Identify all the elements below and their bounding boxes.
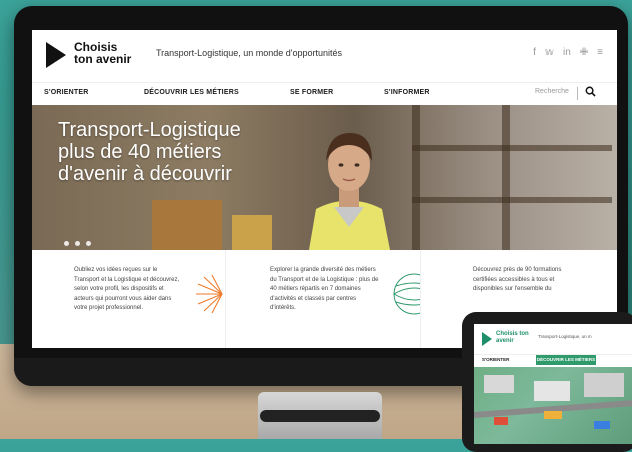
tablet-nav-sorienter[interactable]: S'ORIENTER — [482, 357, 509, 362]
main-nav: S'ORIENTER DÉCOUVRIR LES MÉTIERS SE FORM… — [32, 82, 617, 106]
tablet-logo: Choisis ton avenir — [496, 331, 529, 344]
search-divider — [577, 87, 578, 100]
compass-rays-icon — [196, 274, 223, 314]
search-input[interactable]: Recherche — [535, 88, 569, 95]
site-logo[interactable]: Choisis ton avenir — [74, 41, 134, 65]
carousel-dot[interactable] — [86, 241, 91, 246]
carousel-dot[interactable] — [75, 241, 80, 246]
nav-sorienter[interactable]: S'ORIENTER — [44, 89, 89, 96]
card-decouvrir[interactable]: Explorer la grande diversité des métiers… — [226, 250, 421, 348]
facebook-icon[interactable]: f — [533, 47, 536, 58]
worker-photo — [309, 133, 390, 250]
warehouse-shelf — [502, 105, 510, 250]
card-text: Découvrez près de 90 formations certifié… — [473, 267, 562, 292]
site-tagline: Transport-Logistique, un monde d'opportu… — [156, 48, 342, 58]
nav-se-former[interactable]: SE FORMER — [290, 89, 333, 96]
cargo-crate — [152, 200, 222, 250]
tablet-tagline: Transport-Logistique, un m — [538, 334, 592, 339]
carousel-dots — [64, 241, 91, 246]
tablet-nav-decouvrir[interactable]: DÉCOUVRIR LES MÉTIERS — [536, 355, 596, 365]
tablet-logo-icon — [482, 332, 492, 346]
hero-title-line: plus de 40 métiers — [58, 141, 222, 163]
hero-title-line: d'avenir à découvrir — [58, 163, 232, 185]
warehouse-shelf — [412, 145, 612, 151]
website-screen: Choisis ton avenir Transport-Logistique,… — [32, 30, 617, 348]
rss-icon[interactable]: ≡ — [597, 47, 603, 58]
cargo-crate — [232, 215, 272, 250]
warehouse-shelf — [412, 197, 612, 203]
nav-sinformer[interactable]: S'INFORMER — [384, 89, 430, 96]
search-icon[interactable] — [585, 86, 596, 97]
social-links: f 𝕨 in ✙ ≡ — [533, 47, 603, 58]
site-header: Choisis ton avenir Transport-Logistique,… — [32, 30, 617, 82]
hero-title: Transport-Logistique plus de 40 métiers … — [58, 119, 241, 185]
card-text: Explorer la grande diversité des métiers… — [270, 267, 379, 311]
card-text: Oubliez vos idées reçues sur le Transpor… — [74, 267, 180, 311]
city-map-illustration — [474, 373, 632, 429]
hero-banner: Transport-Logistique plus de 40 métiers … — [32, 105, 617, 250]
warehouse-shelf — [412, 105, 420, 250]
carousel-dot[interactable] — [64, 241, 69, 246]
hero-title-line: Transport-Logistique — [58, 119, 241, 141]
card-sorienter[interactable]: Oubliez vos idées reçues sur le Transpor… — [32, 250, 226, 348]
logo-icon[interactable] — [46, 42, 66, 68]
tablet-illustration — [474, 367, 632, 444]
globe-lines-icon — [393, 273, 420, 315]
nav-decouvrir-metiers[interactable]: DÉCOUVRIR LES MÉTIERS — [144, 89, 239, 96]
viadeo-icon[interactable]: ✙ — [580, 47, 588, 58]
tablet-screen: Choisis ton avenir Transport-Logistique,… — [474, 324, 632, 444]
monitor-stand-slot — [260, 410, 380, 422]
twitter-icon[interactable]: 𝕨 — [545, 47, 554, 58]
linkedin-icon[interactable]: in — [563, 47, 571, 58]
